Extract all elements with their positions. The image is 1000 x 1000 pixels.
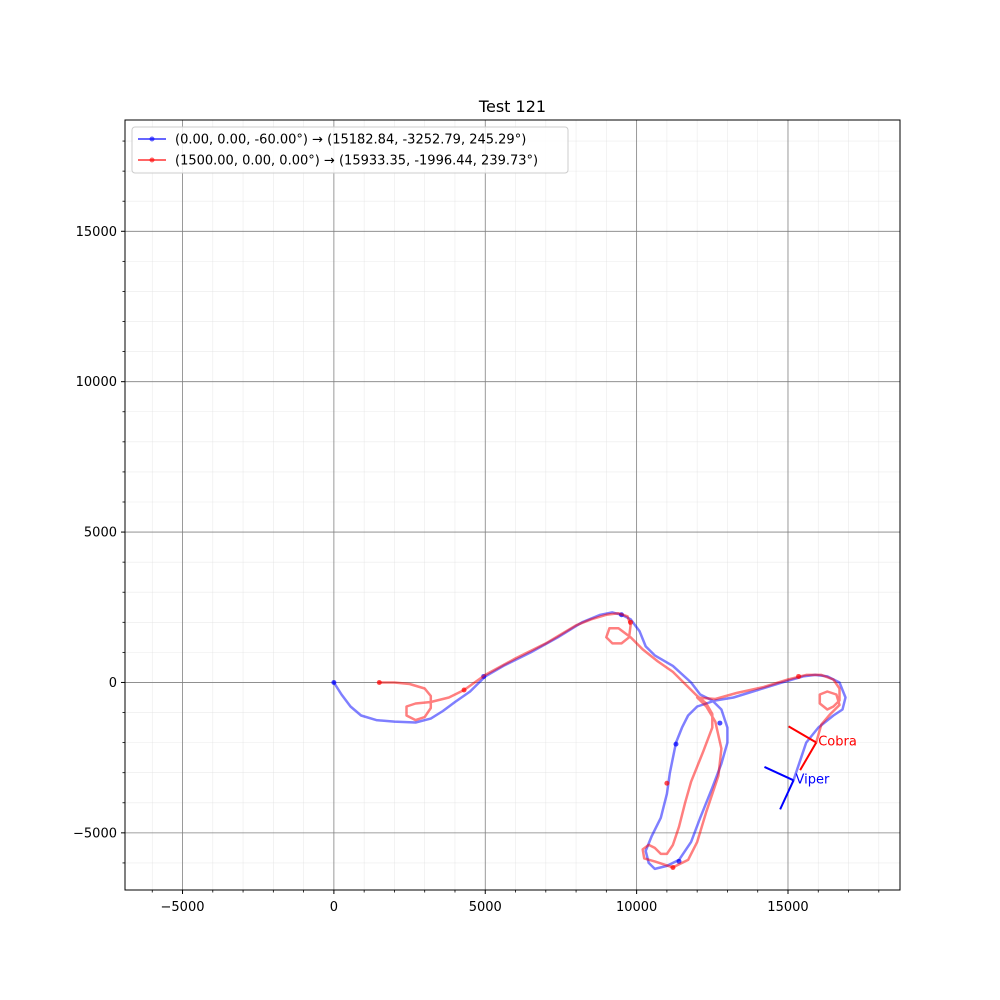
series-marker-1 bbox=[670, 864, 676, 870]
legend-label-viper: (0.00, 0.00, -60.00°) → (15182.84, -3252… bbox=[175, 133, 526, 148]
series-marker-1 bbox=[664, 780, 670, 786]
series-marker-0 bbox=[673, 741, 679, 747]
y-tick-label: 10000 bbox=[76, 375, 117, 390]
y-tick-label: 0 bbox=[109, 676, 117, 691]
y-tick-label: 5000 bbox=[84, 526, 117, 541]
x-tick-label: 10000 bbox=[616, 900, 657, 915]
series-marker-0 bbox=[331, 679, 337, 685]
series-marker-1 bbox=[628, 619, 634, 625]
series-marker-1 bbox=[376, 679, 382, 685]
x-tick-label: 0 bbox=[330, 900, 338, 915]
x-tick-label: −5000 bbox=[161, 900, 205, 915]
series-marker-1 bbox=[461, 687, 467, 693]
legend: (0.00, 0.00, -60.00°) → (15182.84, -3252… bbox=[131, 126, 569, 174]
x-tick-label: 15000 bbox=[767, 900, 808, 915]
y-tick-label: −5000 bbox=[73, 826, 117, 841]
chart-title: Test 121 bbox=[478, 97, 546, 116]
series-marker-1 bbox=[796, 673, 802, 679]
series-marker-0 bbox=[717, 720, 723, 726]
agent-label: Cobra bbox=[818, 735, 857, 750]
legend-marker-viper bbox=[149, 136, 155, 142]
chart-svg: Cobra Viper −5000 0 5000 10000 15000 −5000 0 500… bbox=[0, 0, 1000, 1000]
legend-label-cobra: (1500.00, 0.00, 0.00°) → (15933.35, -199… bbox=[175, 154, 538, 169]
legend-marker-cobra bbox=[149, 157, 155, 163]
agent-label: Viper bbox=[796, 772, 830, 787]
y-tick-label: 15000 bbox=[76, 225, 117, 240]
x-tick-label: 5000 bbox=[469, 900, 502, 915]
